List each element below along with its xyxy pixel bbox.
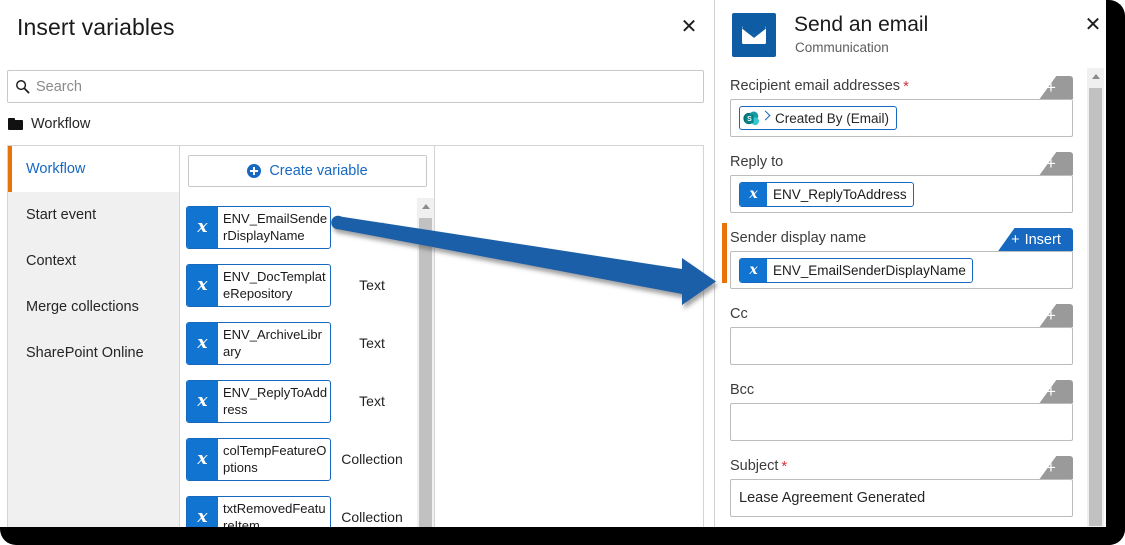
- field-reply-to: + Reply to x ENV_ReplyToAddress: [715, 152, 1089, 213]
- scroll-up-icon[interactable]: [417, 198, 434, 215]
- page-title: Send an email: [794, 13, 929, 36]
- sidebar-item-context[interactable]: Context: [8, 238, 179, 284]
- create-variable-button[interactable]: Create variable: [188, 155, 427, 187]
- recipient-email-input[interactable]: S Created By (Email): [730, 99, 1073, 137]
- list-item[interactable]: x ENV_EmailSenderDisplayName Text: [180, 198, 434, 256]
- dialog-body: Workflow Start event Context Merge colle…: [7, 145, 704, 527]
- field-recipient-email-addresses: + Recipient email addresses * S Created …: [715, 76, 1089, 137]
- panel-scrollbar[interactable]: [1087, 68, 1104, 527]
- breadcrumb-label: Workflow: [31, 116, 91, 132]
- sidebar-item-start-event[interactable]: Start event: [8, 192, 179, 238]
- variable-x-icon: x: [740, 182, 767, 206]
- variable-name: txtRemovedFeatureItem: [223, 500, 326, 528]
- sidebar-item-label: Context: [26, 253, 76, 269]
- field-label: Recipient email addresses *: [730, 77, 909, 95]
- folder-icon: [8, 118, 23, 130]
- variable-chip[interactable]: x txtRemovedFeatureItem: [186, 495, 331, 528]
- variable-name: ENV_ArchiveLibrary: [223, 326, 322, 359]
- sidebar-item-label: Start event: [26, 207, 97, 223]
- token-label: ENV_ReplyToAddress: [773, 186, 907, 202]
- variable-chip[interactable]: x ENV_ReplyToAddress: [186, 379, 331, 423]
- panel-header: Send an email Communication ✕: [715, 0, 1106, 68]
- variable-name: ENV_ReplyToAddress: [223, 384, 328, 417]
- category-nav: Workflow Start event Context Merge colle…: [8, 146, 180, 527]
- search-input[interactable]: [36, 71, 703, 102]
- field-label: Sender display name: [730, 230, 867, 246]
- sharepoint-token-chip[interactable]: S Created By (Email): [739, 106, 898, 130]
- create-variable-label: Create variable: [269, 163, 368, 179]
- panel-subtitle: Communication: [795, 40, 889, 55]
- envelope-icon: [732, 13, 776, 57]
- bcc-input[interactable]: [730, 403, 1073, 441]
- cc-input[interactable]: [730, 327, 1073, 365]
- list-item[interactable]: x ENV_ArchiveLibrary Text: [180, 314, 434, 372]
- list-item[interactable]: x txtRemovedFeatureItem Collection: [180, 488, 434, 528]
- variables-list-scrollbar[interactable]: [417, 198, 434, 527]
- variable-x-icon: x: [740, 258, 767, 282]
- field-cc: + Cc: [715, 304, 1089, 365]
- window-frame-bottom: [0, 527, 1125, 545]
- sidebar-item-workflow[interactable]: Workflow: [8, 146, 179, 192]
- variable-x-icon: x: [187, 496, 218, 527]
- variable-name: colTempFeatureOptions: [223, 442, 327, 475]
- field-subject: + Subject * Lease Agreement Generated: [715, 456, 1089, 517]
- variable-chip[interactable]: x ENV_EmailSenderDisplayName: [186, 205, 331, 249]
- required-indicator: *: [903, 77, 909, 95]
- field-sender-display-name: + Insert Sender display name x ENV_Email…: [715, 223, 1089, 289]
- send-an-email-panel: Send an email Communication ✕ + Recipien…: [714, 0, 1106, 531]
- screenshot-root: Insert variables ✕ Workflow Workflow: [0, 0, 1125, 545]
- variable-x-icon: x: [187, 206, 218, 248]
- close-icon[interactable]: ✕: [1081, 13, 1105, 37]
- token-label: ENV_EmailSenderDisplayName: [773, 262, 966, 278]
- variable-x-icon: x: [187, 322, 218, 364]
- email-form: + Recipient email addresses * S Created …: [715, 76, 1089, 531]
- variable-name: ENV_EmailSenderDisplayName: [223, 210, 328, 243]
- chevron-right-icon: [762, 107, 771, 129]
- list-item[interactable]: x colTempFeatureOptions Collection: [180, 430, 434, 488]
- sender-display-name-input[interactable]: x ENV_EmailSenderDisplayName: [730, 251, 1073, 289]
- list-item[interactable]: x ENV_ReplyToAddress Text: [180, 372, 434, 430]
- required-indicator: *: [781, 457, 788, 475]
- variable-x-icon: x: [187, 264, 218, 306]
- plus-circle-icon: [247, 164, 262, 178]
- subject-input[interactable]: Lease Agreement Generated: [730, 479, 1073, 517]
- reply-to-input[interactable]: x ENV_ReplyToAddress: [730, 175, 1073, 213]
- variable-x-icon: x: [187, 438, 218, 480]
- search-box[interactable]: [7, 70, 704, 103]
- sidebar-item-label: Workflow: [26, 161, 86, 177]
- variable-token-chip[interactable]: x ENV_ReplyToAddress: [739, 181, 914, 207]
- variables-column: Create variable x ENV_EmailSenderDisplay…: [180, 146, 435, 527]
- field-label: Subject *: [730, 457, 788, 475]
- variable-name: ENV_DocTemplateRepository: [223, 268, 326, 301]
- variable-x-icon: x: [187, 380, 218, 422]
- variable-chip[interactable]: x colTempFeatureOptions: [186, 437, 331, 481]
- variable-chip[interactable]: x ENV_DocTemplateRepository: [186, 263, 331, 307]
- list-item[interactable]: x ENV_DocTemplateRepository Text: [180, 256, 434, 314]
- scrollbar-thumb[interactable]: [1089, 88, 1102, 526]
- scrollbar-thumb[interactable]: [419, 218, 432, 527]
- variable-token-chip[interactable]: x ENV_EmailSenderDisplayName: [739, 257, 973, 283]
- search-icon: [8, 79, 36, 94]
- sidebar-item-sharepoint-online[interactable]: SharePoint Online: [8, 330, 179, 376]
- sidebar-item-label: Merge collections: [26, 299, 139, 315]
- close-icon[interactable]: ✕: [676, 14, 702, 40]
- subject-value: Lease Agreement Generated: [739, 490, 926, 506]
- breadcrumb[interactable]: Workflow: [8, 116, 90, 132]
- svg-text:S: S: [747, 116, 752, 123]
- field-label: Bcc: [730, 382, 755, 398]
- insert-variables-dialog: Insert variables ✕ Workflow Workflow: [0, 0, 714, 530]
- field-label: Reply to: [730, 154, 784, 170]
- scroll-up-icon[interactable]: [1087, 68, 1104, 85]
- variable-preview-pane: [435, 146, 703, 527]
- sidebar-item-label: SharePoint Online: [26, 345, 144, 361]
- field-bcc: + Bcc: [715, 380, 1089, 441]
- field-label: Cc: [730, 306, 748, 322]
- sidebar-item-merge-collections[interactable]: Merge collections: [8, 284, 179, 330]
- token-label: Created By (Email): [775, 110, 890, 126]
- dialog-title: Insert variables: [17, 14, 175, 40]
- variables-list[interactable]: x ENV_EmailSenderDisplayName Text x ENV_…: [180, 198, 434, 528]
- sharepoint-icon: S: [740, 107, 762, 129]
- window-frame-right: [1106, 0, 1125, 545]
- variable-chip[interactable]: x ENV_ArchiveLibrary: [186, 321, 331, 365]
